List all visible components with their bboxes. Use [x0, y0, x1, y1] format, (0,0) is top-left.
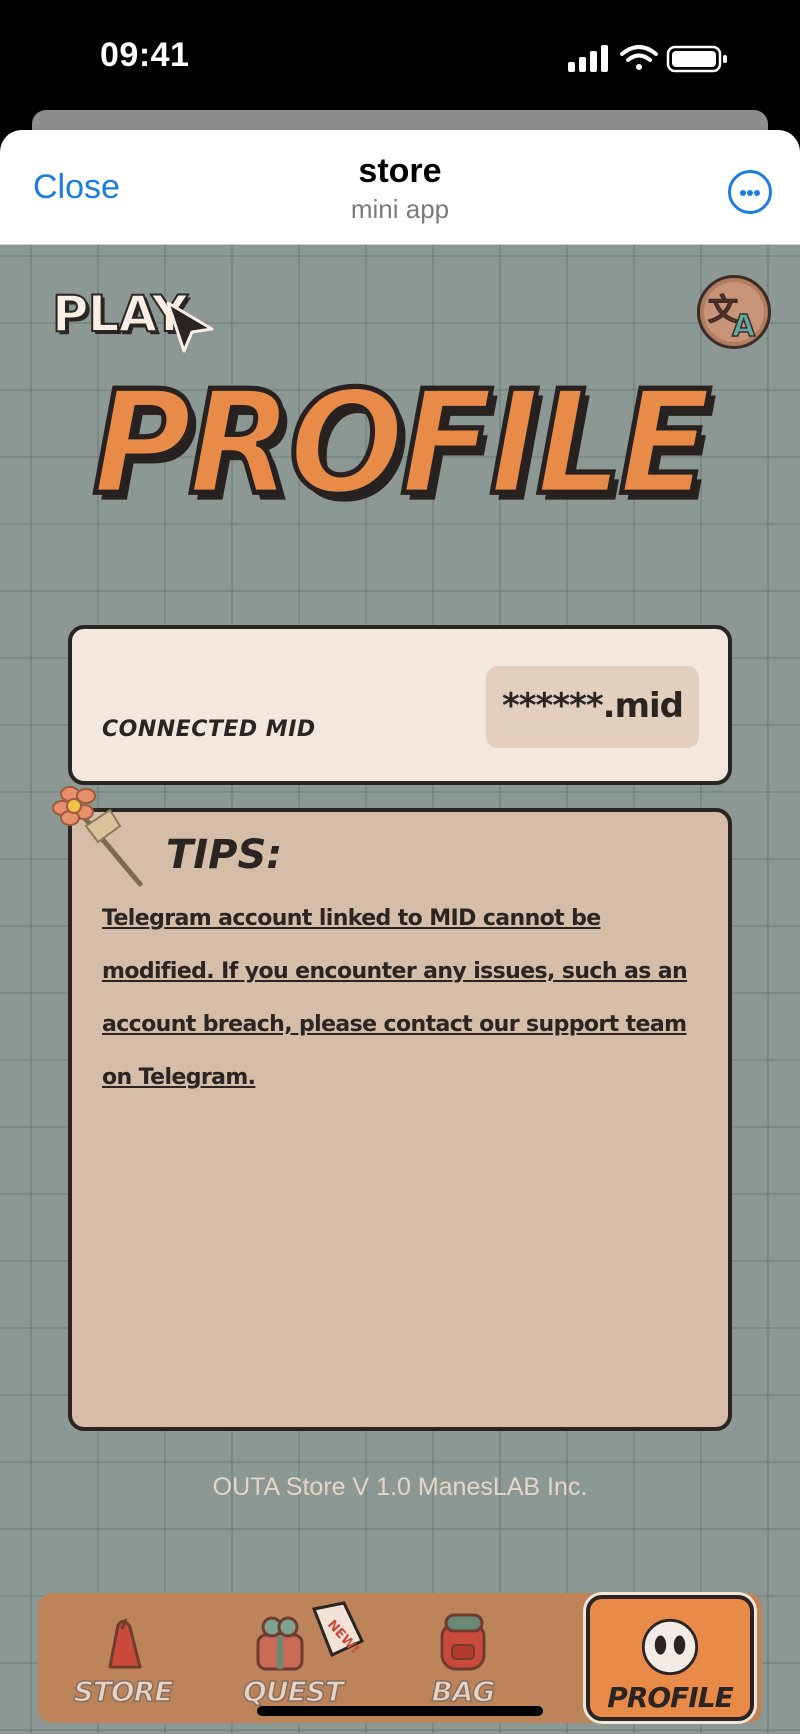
- nav-item-quest[interactable]: NEW! QUEST: [208, 1593, 378, 1723]
- signal-icon: [568, 45, 608, 72]
- nav-item-bag[interactable]: BAG: [388, 1593, 538, 1723]
- nav-item-store[interactable]: STORE: [48, 1593, 198, 1723]
- battery-icon: [666, 45, 727, 73]
- play-logo[interactable]: PLAY: [51, 284, 214, 355]
- more-options-button[interactable]: [728, 170, 772, 214]
- page-title: PROFILE: [90, 358, 714, 529]
- more-dots-icon: [740, 190, 746, 196]
- tips-card: TIPS: Telegram account linked to MID can…: [68, 808, 732, 1431]
- more-dot: [754, 190, 760, 196]
- status-bar: 09:41: [0, 0, 800, 110]
- nav-label-quest: QUEST: [242, 1674, 344, 1709]
- nav-label-store: STORE: [73, 1674, 174, 1709]
- store-icon: [108, 1618, 142, 1669]
- nav-item-profile[interactable]: PROFILE: [586, 1595, 754, 1721]
- tips-title: TIPS:: [166, 832, 283, 878]
- wifi-icon: [620, 45, 658, 70]
- page-title-wrap: PROFILE: [0, 358, 800, 529]
- status-time: 09:41: [100, 36, 190, 74]
- mid-value: ******.mid: [501, 686, 684, 726]
- flower-icon: [52, 786, 143, 887]
- mid-value-box: ******.mid: [486, 666, 699, 748]
- svg-text:A: A: [732, 309, 756, 344]
- bottom-nav: STORE NEW! QUEST BAG PROFILE: [38, 1593, 762, 1723]
- tips-body: Telegram account linked to MID cannot be…: [102, 906, 688, 1090]
- status-icons: [568, 44, 738, 74]
- app-subtitle: mini app: [350, 194, 450, 224]
- new-badge-icon: NEW!: [311, 1601, 365, 1657]
- bag-icon: [440, 1613, 486, 1671]
- connected-mid-card: CONNECTED MID ******.mid: [68, 625, 732, 785]
- cursor-icon: [166, 301, 214, 353]
- more-dot: [747, 190, 753, 196]
- main-content: PLAY 文 A PROFILE CONNECTED MID ******.mi…: [0, 245, 800, 1734]
- app-title: store: [358, 152, 442, 190]
- profile-icon: [641, 1618, 699, 1676]
- home-indicator[interactable]: [257, 1706, 543, 1716]
- nav-label-profile: PROFILE: [607, 1681, 733, 1714]
- version-footer: OUTA Store V 1.0 ManesLAB Inc.: [212, 1473, 588, 1501]
- nav-label-bag: BAG: [431, 1674, 497, 1709]
- connected-mid-label: CONNECTED MID: [102, 717, 316, 742]
- translate-icon: 文 A: [704, 282, 764, 345]
- language-button[interactable]: 文 A: [697, 275, 771, 349]
- mini-app-header: Close store mini app: [0, 130, 800, 245]
